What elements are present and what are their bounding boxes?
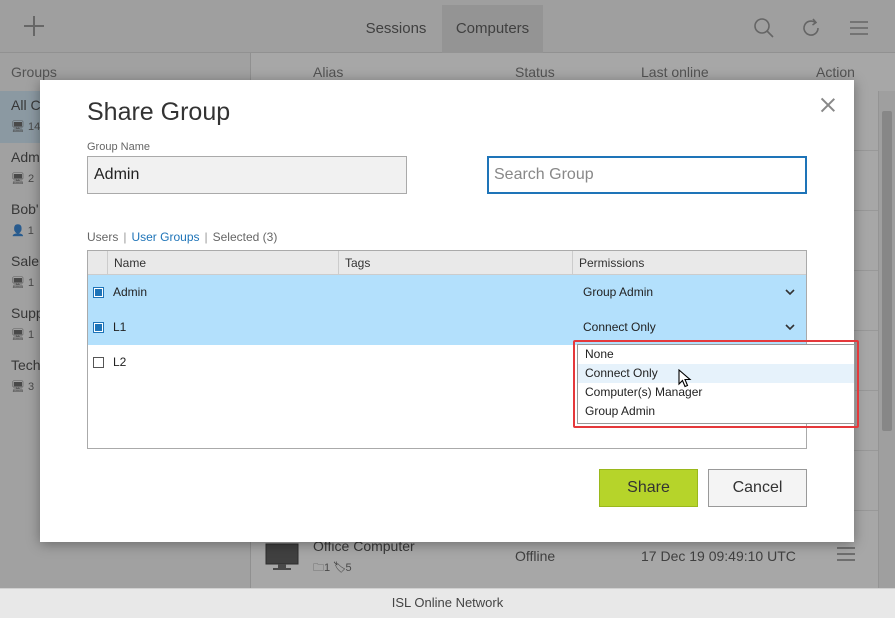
- chevron-down-icon[interactable]: [784, 321, 796, 333]
- share-group-dialog: Share Group Group Name Users|User Groups…: [40, 80, 859, 542]
- filter-selected[interactable]: Selected (3): [213, 230, 278, 244]
- row-checkbox[interactable]: [93, 322, 104, 333]
- permissions-column-header[interactable]: Permissions: [572, 251, 806, 275]
- filter-links: Users | User Groups | Selected (3): [87, 230, 278, 244]
- name-column-header[interactable]: Name: [107, 251, 340, 275]
- row-name: L1: [113, 320, 127, 334]
- dialog-title: Share Group: [87, 98, 231, 126]
- group-name-label: Group Name: [87, 141, 150, 153]
- table-row[interactable]: Admin Group Admin: [88, 275, 806, 310]
- chevron-down-icon[interactable]: [784, 286, 796, 298]
- row-name: L2: [113, 355, 127, 369]
- filter-users[interactable]: Users: [87, 230, 118, 244]
- permission-select[interactable]: Group Admin: [583, 275, 653, 310]
- share-button[interactable]: Share: [599, 469, 698, 507]
- filter-user-groups[interactable]: User Groups: [131, 230, 199, 244]
- footer: ISL Online Network: [0, 588, 895, 618]
- close-icon[interactable]: [819, 96, 837, 114]
- group-name-field[interactable]: [87, 156, 407, 194]
- row-checkbox[interactable]: [93, 357, 104, 368]
- select-column-header: [88, 251, 108, 275]
- table-header: Name Tags Permissions: [88, 251, 806, 275]
- search-input[interactable]: [487, 156, 807, 194]
- row-name: Admin: [113, 285, 148, 299]
- cancel-button[interactable]: Cancel: [708, 469, 807, 507]
- row-checkbox[interactable]: [93, 287, 104, 298]
- highlight-box: [573, 340, 859, 428]
- mouse-cursor-icon: [678, 369, 692, 388]
- tags-column-header[interactable]: Tags: [338, 251, 572, 275]
